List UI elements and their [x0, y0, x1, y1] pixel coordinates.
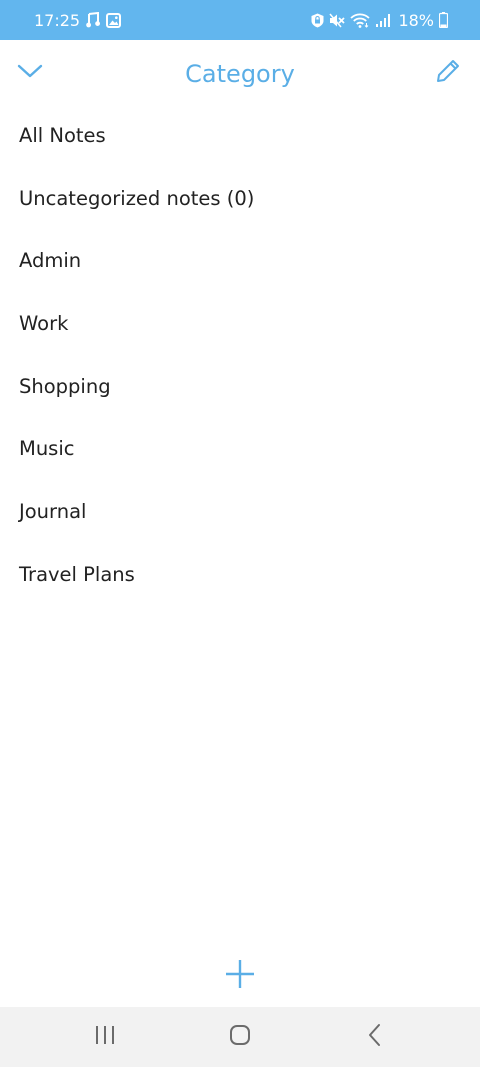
battery-icon	[439, 12, 448, 28]
status-right: 18%	[311, 0, 448, 40]
category-item-shopping[interactable]: Shopping	[0, 356, 480, 419]
page-title: Category	[185, 60, 295, 88]
category-item-music[interactable]: Music	[0, 418, 480, 481]
recent-apps-icon	[93, 1024, 117, 1050]
battery-level: 18%	[398, 10, 434, 30]
lock-badge-icon	[311, 13, 324, 28]
category-list: All Notes Uncategorized notes (0) Admin …	[0, 105, 480, 607]
add-category-button[interactable]	[220, 956, 260, 996]
music-note-icon	[86, 12, 101, 28]
mute-icon	[329, 13, 346, 28]
recent-apps-button[interactable]	[85, 1021, 125, 1053]
wifi-icon	[350, 13, 371, 28]
home-icon	[228, 1023, 252, 1051]
category-item-admin[interactable]: Admin	[0, 230, 480, 293]
header: Category	[0, 40, 480, 108]
image-icon	[106, 12, 122, 28]
category-item-uncategorized[interactable]: Uncategorized notes (0)	[0, 168, 480, 231]
status-left: 17:25	[34, 0, 122, 40]
category-item-travel-plans[interactable]: Travel Plans	[0, 544, 480, 607]
category-item-journal[interactable]: Journal	[0, 481, 480, 544]
home-button[interactable]	[220, 1021, 260, 1053]
status-bar: 17:25 18%	[0, 0, 480, 40]
status-time: 17:25	[34, 10, 81, 30]
pencil-icon	[435, 58, 461, 88]
system-nav-bar	[0, 1007, 480, 1067]
back-icon	[365, 1023, 385, 1051]
edit-categories-button[interactable]	[432, 57, 464, 89]
signal-icon	[375, 13, 391, 28]
back-button[interactable]	[355, 1021, 395, 1053]
plus-icon	[224, 958, 256, 994]
category-item-work[interactable]: Work	[0, 293, 480, 356]
category-item-all-notes[interactable]: All Notes	[0, 105, 480, 168]
